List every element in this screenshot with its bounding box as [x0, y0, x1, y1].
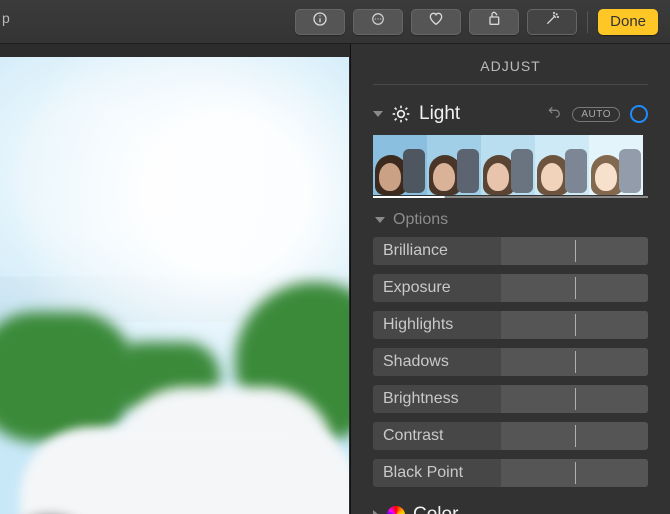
slider-track[interactable] — [501, 422, 648, 450]
heart-icon — [427, 11, 445, 32]
done-label: Done — [610, 13, 646, 30]
photo-preview — [0, 57, 349, 514]
adjust-panel: ADJUST Light AUTO — [350, 44, 670, 514]
slider-brilliance[interactable]: Brilliance — [373, 237, 648, 265]
slider-track[interactable] — [501, 459, 648, 487]
enabled-indicator[interactable] — [630, 105, 648, 123]
light-icon — [391, 104, 411, 124]
color-section-title: Color — [413, 504, 458, 514]
titlebar: p Done — [0, 0, 670, 44]
enhance-button[interactable] — [527, 9, 577, 35]
light-preset-thumb[interactable] — [589, 135, 643, 195]
wand-icon — [543, 11, 561, 32]
slider-contrast[interactable]: Contrast — [373, 422, 648, 450]
slider-list: Brilliance Exposure Highlights Shadows B… — [373, 237, 648, 487]
slider-shadows[interactable]: Shadows — [373, 348, 648, 376]
slider-label: Brightness — [373, 390, 501, 408]
light-preset-thumb[interactable] — [481, 135, 535, 195]
info-icon — [312, 11, 328, 32]
slider-highlights[interactable]: Highlights — [373, 311, 648, 339]
light-preset-thumb[interactable] — [427, 135, 481, 195]
slider-label: Brilliance — [373, 242, 501, 260]
ellipsis-icon — [369, 12, 387, 31]
color-section-header[interactable]: Color — [373, 496, 648, 514]
toolbar-separator — [587, 11, 588, 33]
undo-icon[interactable] — [546, 105, 562, 124]
slider-brightness[interactable]: Brightness — [373, 385, 648, 413]
info-button[interactable] — [295, 9, 345, 35]
app-root: p Done — [0, 0, 670, 514]
chevron-down-icon — [373, 111, 383, 117]
photo-canvas[interactable] — [0, 44, 349, 514]
rotate-button[interactable] — [469, 9, 519, 35]
slider-track[interactable] — [501, 311, 648, 339]
slider-label: Highlights — [373, 316, 501, 334]
light-preset-thumb[interactable] — [535, 135, 589, 195]
slider-track[interactable] — [501, 348, 648, 376]
more-button[interactable] — [353, 9, 403, 35]
slider-track[interactable] — [501, 385, 648, 413]
auto-button[interactable]: AUTO — [572, 107, 620, 122]
slider-track[interactable] — [501, 237, 648, 265]
slider-black-point[interactable]: Black Point — [373, 459, 648, 487]
slider-label: Exposure — [373, 279, 501, 297]
title-fragment: p — [2, 10, 10, 26]
options-label: Options — [393, 211, 448, 229]
light-section-title: Light — [419, 103, 460, 125]
panel-title: ADJUST — [373, 44, 648, 85]
done-button[interactable]: Done — [598, 9, 658, 35]
slider-label: Contrast — [373, 427, 501, 445]
favorite-button[interactable] — [411, 9, 461, 35]
rotate-icon — [485, 11, 503, 32]
options-header[interactable]: Options — [373, 201, 648, 237]
chevron-right-icon — [373, 510, 379, 514]
slider-track[interactable] — [501, 274, 648, 302]
light-section-header[interactable]: Light AUTO — [373, 85, 648, 135]
slider-label: Shadows — [373, 353, 501, 371]
light-preset-strip[interactable] — [373, 135, 648, 195]
light-preset-thumb[interactable] — [373, 135, 427, 195]
slider-label: Black Point — [373, 464, 501, 482]
slider-exposure[interactable]: Exposure — [373, 274, 648, 302]
chevron-down-icon — [375, 217, 385, 223]
color-wheel-icon — [387, 506, 405, 514]
